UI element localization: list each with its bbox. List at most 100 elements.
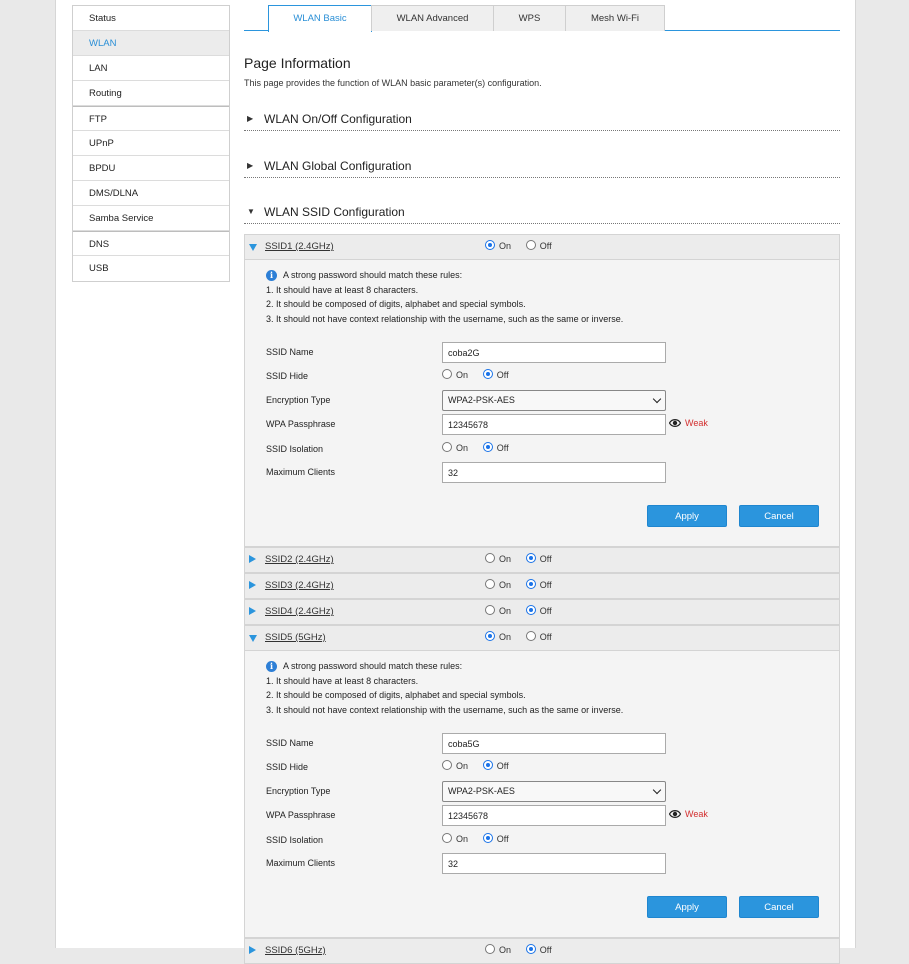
ssid4-header: SSID4 (2.4GHz) On Off bbox=[244, 599, 840, 625]
ssid1-off-radio[interactable] bbox=[525, 240, 536, 251]
eye-icon[interactable] bbox=[669, 808, 681, 820]
ssid5-isolation-off-radio[interactable] bbox=[482, 833, 493, 844]
ssid5-cancel-button[interactable]: Cancel bbox=[739, 896, 819, 918]
sidebar-item-bpdu[interactable]: BPDU bbox=[73, 156, 229, 181]
sidebar-item-usb[interactable]: USB bbox=[73, 256, 229, 281]
sidebar-nav: Status WLAN LAN Routing FTP UPnP BPDU DM… bbox=[72, 5, 230, 282]
ssid1-apply-button[interactable]: Apply bbox=[647, 505, 727, 527]
chevron-down-icon bbox=[652, 394, 662, 404]
ssid5-max-clients-input[interactable] bbox=[442, 853, 666, 874]
encryption-row: Encryption Type WPA2-PSK-AES bbox=[266, 781, 826, 803]
sidebar-item-dms-dlna[interactable]: DMS/DLNA bbox=[73, 181, 229, 206]
sidebar-item-samba-service[interactable]: Samba Service bbox=[73, 206, 229, 231]
password-rules: iA strong password should match these ru… bbox=[266, 661, 624, 715]
ssid2-header: SSID2 (2.4GHz) On Off bbox=[244, 547, 840, 573]
passphrase-row: WPA Passphrase Weak bbox=[266, 805, 826, 827]
ssid1-name-input[interactable] bbox=[442, 342, 666, 363]
ssid5-hide-on-radio[interactable] bbox=[442, 760, 452, 771]
ssid5-passphrase-input[interactable] bbox=[442, 805, 666, 826]
ssid3-title-link[interactable]: SSID3 (2.4GHz) bbox=[265, 580, 334, 591]
info-icon: i bbox=[266, 661, 277, 673]
section-wlan-ssid[interactable]: ▼ WLAN SSID Configuration bbox=[244, 202, 840, 224]
ssid-name-row: SSID Name bbox=[266, 342, 826, 364]
sidebar-item-wlan[interactable]: WLAN bbox=[73, 31, 229, 56]
collapsed-arrow-icon[interactable] bbox=[249, 946, 256, 954]
expanded-arrow-icon[interactable] bbox=[249, 635, 257, 642]
ssid2-off-radio[interactable] bbox=[525, 553, 536, 564]
section-title: WLAN Global Configuration bbox=[264, 159, 412, 173]
ssid1-hide-on-radio[interactable] bbox=[442, 369, 452, 380]
ssid1-header: SSID1 (2.4GHz) On Off bbox=[244, 234, 840, 260]
collapsed-arrow-icon[interactable] bbox=[249, 555, 256, 563]
ssid-hide-row: SSID Hide On Off bbox=[266, 760, 509, 772]
sidebar-item-status[interactable]: Status bbox=[73, 6, 229, 31]
page-description: This page provides the function of WLAN … bbox=[244, 78, 542, 88]
eye-icon[interactable] bbox=[669, 417, 681, 429]
ssid-name-row: SSID Name bbox=[266, 733, 826, 755]
collapsed-arrow-icon[interactable] bbox=[249, 607, 256, 615]
section-title: WLAN On/Off Configuration bbox=[264, 112, 412, 126]
ssid3-header: SSID3 (2.4GHz) On Off bbox=[244, 573, 840, 599]
ssid4-title-link[interactable]: SSID4 (2.4GHz) bbox=[265, 606, 334, 617]
info-icon: i bbox=[266, 270, 277, 282]
ssid5-title-link[interactable]: SSID5 (5GHz) bbox=[265, 632, 326, 643]
ssid5-isolation-on-radio[interactable] bbox=[442, 833, 452, 844]
max-clients-row: Maximum Clients bbox=[266, 462, 826, 484]
ssid1-title-link[interactable]: SSID1 (2.4GHz) bbox=[265, 241, 334, 252]
sidebar-item-lan[interactable]: LAN bbox=[73, 56, 229, 81]
ssid1-passphrase-input[interactable] bbox=[442, 414, 666, 435]
passphrase-row: WPA Passphrase Weak bbox=[266, 414, 826, 436]
ssid4-off-radio[interactable] bbox=[525, 605, 536, 616]
section-wlan-global[interactable]: ▶ WLAN Global Configuration bbox=[244, 156, 840, 178]
ssid1-panel: iA strong password should match these ru… bbox=[244, 260, 840, 547]
ssid5-name-input[interactable] bbox=[442, 733, 666, 754]
ssid2-title-link[interactable]: SSID2 (2.4GHz) bbox=[265, 554, 334, 565]
ssid1-max-clients-input[interactable] bbox=[442, 462, 666, 483]
section-wlan-onoff[interactable]: ▶ WLAN On/Off Configuration bbox=[244, 109, 840, 131]
ssid6-on-radio[interactable] bbox=[485, 944, 495, 955]
ssid1-hide-off-radio[interactable] bbox=[482, 369, 493, 380]
collapsed-triangle-icon: ▶ bbox=[247, 114, 254, 123]
ssid1-isolation-on-radio[interactable] bbox=[442, 442, 452, 453]
ssid1-enable-radios: On Off bbox=[485, 240, 564, 251]
sidebar-item-dns[interactable]: DNS bbox=[73, 231, 229, 256]
ssid5-on-radio[interactable] bbox=[485, 631, 495, 642]
sidebar-item-routing[interactable]: Routing bbox=[73, 81, 229, 106]
ssid5-hide-off-radio[interactable] bbox=[482, 760, 493, 771]
ssid5-encryption-select[interactable]: WPA2-PSK-AES bbox=[442, 781, 666, 802]
ssid5-off-radio[interactable] bbox=[525, 631, 536, 642]
max-clients-row: Maximum Clients bbox=[266, 853, 826, 875]
ssid3-off-radio[interactable] bbox=[525, 579, 536, 590]
ssid6-header: SSID6 (5GHz) On Off bbox=[244, 938, 840, 964]
expanded-arrow-icon[interactable] bbox=[249, 244, 257, 251]
page-title: Page Information bbox=[244, 55, 351, 71]
ssid-hide-row: SSID Hide On Off bbox=[266, 369, 509, 381]
ssid1-isolation-off-radio[interactable] bbox=[482, 442, 493, 453]
ssid6-off-radio[interactable] bbox=[525, 944, 536, 955]
ssid1-cancel-button[interactable]: Cancel bbox=[739, 505, 819, 527]
tab-wps[interactable]: WPS bbox=[493, 5, 566, 31]
tab-wlan-basic[interactable]: WLAN Basic bbox=[268, 5, 372, 32]
encryption-row: Encryption Type WPA2-PSK-AES bbox=[266, 390, 826, 412]
isolation-row: SSID Isolation On Off bbox=[266, 833, 509, 845]
ssid2-on-radio[interactable] bbox=[485, 553, 495, 564]
ssid5-header: SSID5 (5GHz) On Off bbox=[244, 625, 840, 651]
password-strength: Weak bbox=[685, 809, 708, 819]
ssid1-on-radio[interactable] bbox=[485, 240, 495, 251]
ssid6-title-link[interactable]: SSID6 (5GHz) bbox=[265, 945, 326, 956]
chevron-down-icon bbox=[652, 785, 662, 795]
tab-bar: WLAN Basic WLAN Advanced WPS Mesh Wi-Fi bbox=[244, 5, 840, 32]
ssid3-on-radio[interactable] bbox=[485, 579, 495, 590]
password-rules: iA strong password should match these ru… bbox=[266, 270, 624, 324]
tab-mesh-wifi[interactable]: Mesh Wi-Fi bbox=[565, 5, 665, 31]
collapsed-arrow-icon[interactable] bbox=[249, 581, 256, 589]
collapsed-triangle-icon: ▶ bbox=[247, 161, 254, 170]
sidebar-item-upnp[interactable]: UPnP bbox=[73, 131, 229, 156]
ssid1-encryption-select[interactable]: WPA2-PSK-AES bbox=[442, 390, 666, 411]
ssid4-on-radio[interactable] bbox=[485, 605, 495, 616]
expanded-triangle-icon: ▼ bbox=[247, 207, 255, 216]
sidebar-item-ftp[interactable]: FTP bbox=[73, 106, 229, 131]
tab-wlan-advanced[interactable]: WLAN Advanced bbox=[371, 5, 494, 31]
isolation-row: SSID Isolation On Off bbox=[266, 442, 509, 454]
ssid5-apply-button[interactable]: Apply bbox=[647, 896, 727, 918]
